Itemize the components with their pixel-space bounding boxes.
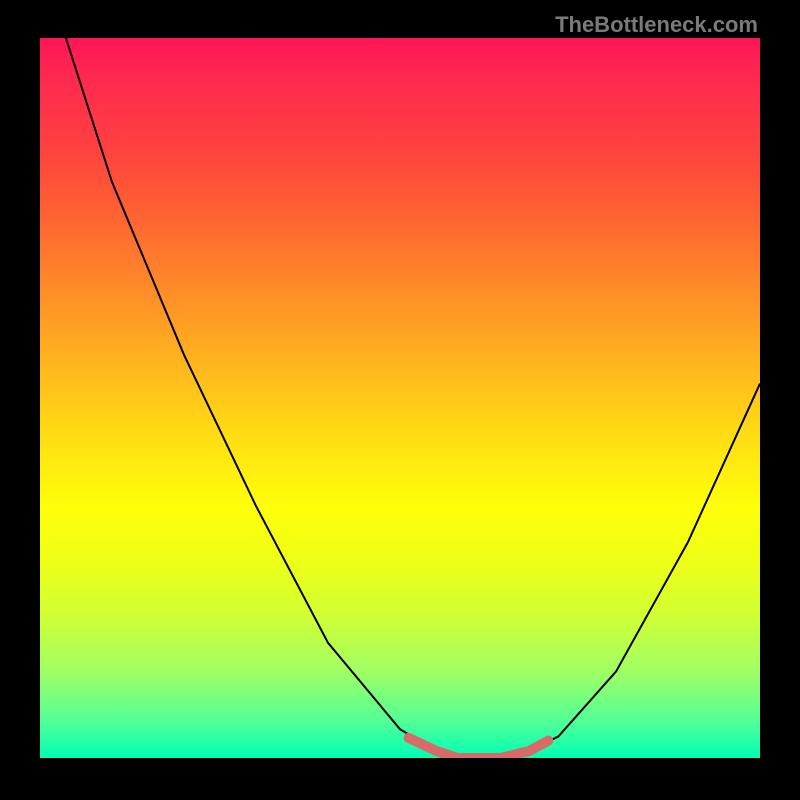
watermark: TheBottleneck.com xyxy=(555,12,758,38)
plot-area xyxy=(40,38,760,758)
chart-container: TheBottleneck.com xyxy=(0,0,800,800)
bottleneck-curve xyxy=(66,38,760,758)
curve-layer xyxy=(40,38,760,758)
bottleneck-highlight xyxy=(409,738,549,758)
